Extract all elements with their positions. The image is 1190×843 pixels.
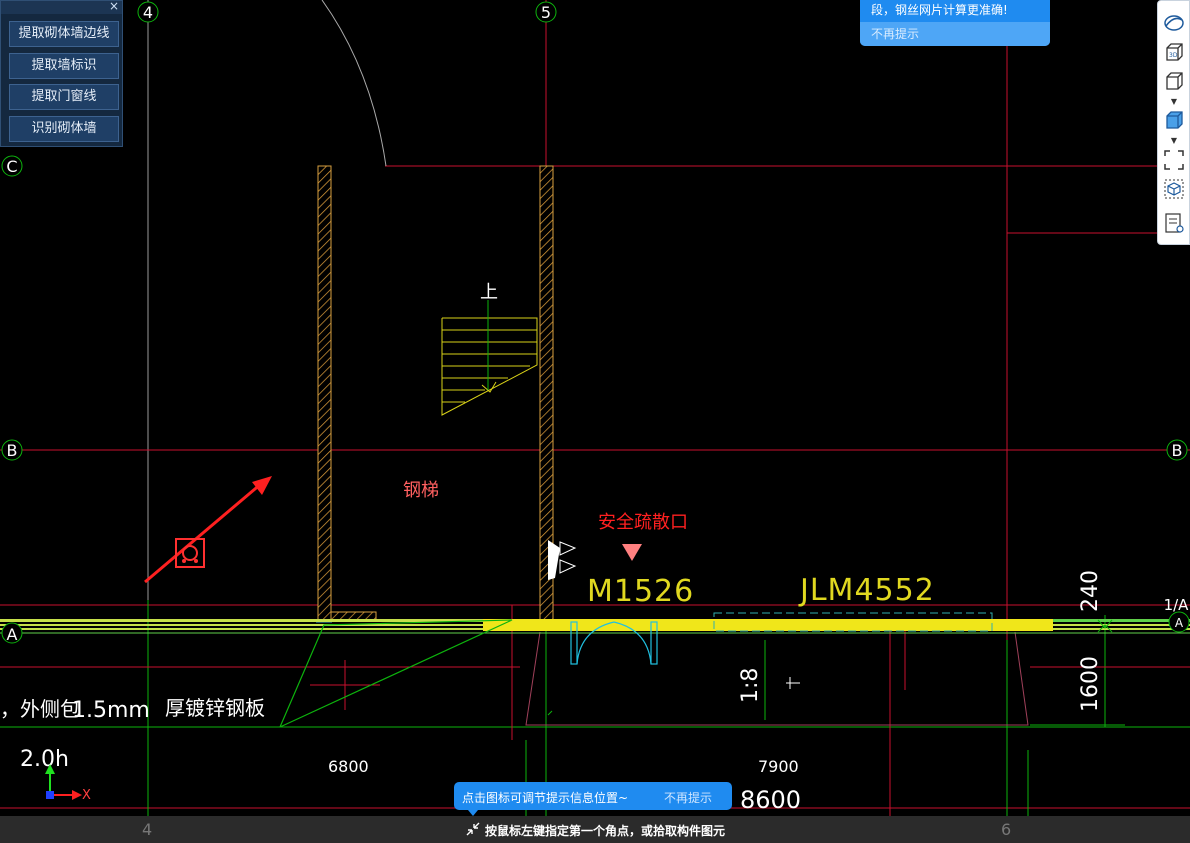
rolling-door-code-label[interactable]: JLM4552	[798, 573, 935, 608]
chevron-down-icon[interactable]: ▼	[1168, 136, 1180, 145]
svg-text:X: X	[82, 788, 91, 803]
status-message: 按鼠标左键指定第一个角点，或拾取构件图元	[485, 824, 726, 838]
dim-8600: 8600	[740, 786, 801, 814]
stair-up-label: 上	[480, 282, 498, 303]
top-tip-banner: 段，钢丝网片计算更准确! 不再提示	[860, 0, 1050, 46]
axis-a-left: A	[7, 625, 18, 644]
chevron-down-icon[interactable]: ▼	[1168, 97, 1180, 106]
close-icon[interactable]: ×	[109, 0, 119, 13]
axis-5-top: 5	[541, 3, 551, 22]
axis-bubbles[interactable]: 4 5 C B A B 1/A A	[1, 1, 1190, 644]
axis-1a-right: 1/A	[1164, 596, 1190, 614]
settings-list-icon[interactable]	[1162, 211, 1186, 235]
door-code-label[interactable]: M1526	[587, 574, 694, 609]
grid-lines	[0, 0, 1190, 816]
axis-b-right: B	[1172, 441, 1183, 460]
note-thickness: 1.5mm	[72, 698, 150, 723]
extract-masonry-wall-edge-button[interactable]: 提取砌体墙边线	[9, 21, 119, 47]
axis-4-top: 4	[143, 3, 153, 22]
stair-label: 钢梯	[403, 480, 439, 501]
note-material: 厚镀锌钢板	[165, 696, 265, 720]
wall-extract-panel: × 提取砌体墙边线 提取墙标识 提取门窗线 识别砌体墙	[0, 0, 123, 147]
hint-message: 点击图标可调节提示信息位置~	[462, 791, 629, 805]
axis-4-bottom: 4	[142, 820, 153, 839]
identify-masonry-wall-button[interactable]: 识别砌体墙	[9, 116, 119, 142]
dim-6800: 6800	[328, 757, 369, 776]
top-tip-dismiss-button[interactable]: 不再提示	[860, 22, 1050, 46]
view-toolbar: 3D ▼ ▼	[1157, 0, 1190, 245]
dim-240: 240	[1078, 570, 1103, 612]
solid-box-icon[interactable]	[1162, 109, 1186, 133]
dim-7900: 7900	[758, 757, 799, 776]
fullscreen-icon[interactable]	[1162, 148, 1186, 172]
dim-1600: 1600	[1078, 656, 1103, 712]
hint-dismiss-button[interactable]: 不再提示	[664, 789, 712, 806]
axis-b-left: B	[7, 441, 18, 460]
view-3d-icon[interactable]: 3D	[1162, 41, 1186, 65]
axis-c-left: C	[6, 157, 17, 176]
top-tip-message: 段，钢丝网片计算更准确!	[871, 3, 1008, 17]
cad-canvas[interactable]: 4 5 C B A B 1/A A 上 钢梯 安全疏散口 M1526 JLM45…	[0, 0, 1190, 843]
hint-bubble: 点击图标可调节提示信息位置~ 不再提示	[454, 782, 732, 816]
axis-6-bottom: 6	[1001, 820, 1012, 839]
extract-door-window-line-button[interactable]: 提取门窗线	[9, 84, 119, 110]
svg-text:3D: 3D	[1169, 52, 1178, 59]
extract-wall-label-button[interactable]: 提取墙标识	[9, 53, 119, 79]
panel-titlebar: ×	[1, 0, 122, 14]
orbit-icon[interactable]	[1162, 11, 1186, 35]
level-label: 2.0h	[20, 747, 69, 772]
status-bar: 4 6 按鼠标左键指定第一个角点，或拾取构件图元	[0, 816, 1190, 843]
red-arrow-icon	[144, 476, 272, 584]
note-prefix: ，外侧包	[0, 697, 80, 721]
slope-line	[279, 619, 513, 728]
exit-label: 安全疏散口	[598, 512, 688, 533]
shrink-arrows-icon[interactable]	[465, 821, 481, 837]
stair-symbol[interactable]	[441, 300, 538, 416]
dimension-marks	[547, 619, 1113, 716]
section-box-icon[interactable]	[1162, 177, 1186, 201]
masonry-walls[interactable]	[316, 165, 554, 623]
slope-label: 1:8	[738, 668, 763, 703]
box-view-icon[interactable]	[1162, 70, 1186, 94]
exit-marker-icon	[622, 544, 642, 561]
axis-a-right: A	[1175, 616, 1184, 630]
